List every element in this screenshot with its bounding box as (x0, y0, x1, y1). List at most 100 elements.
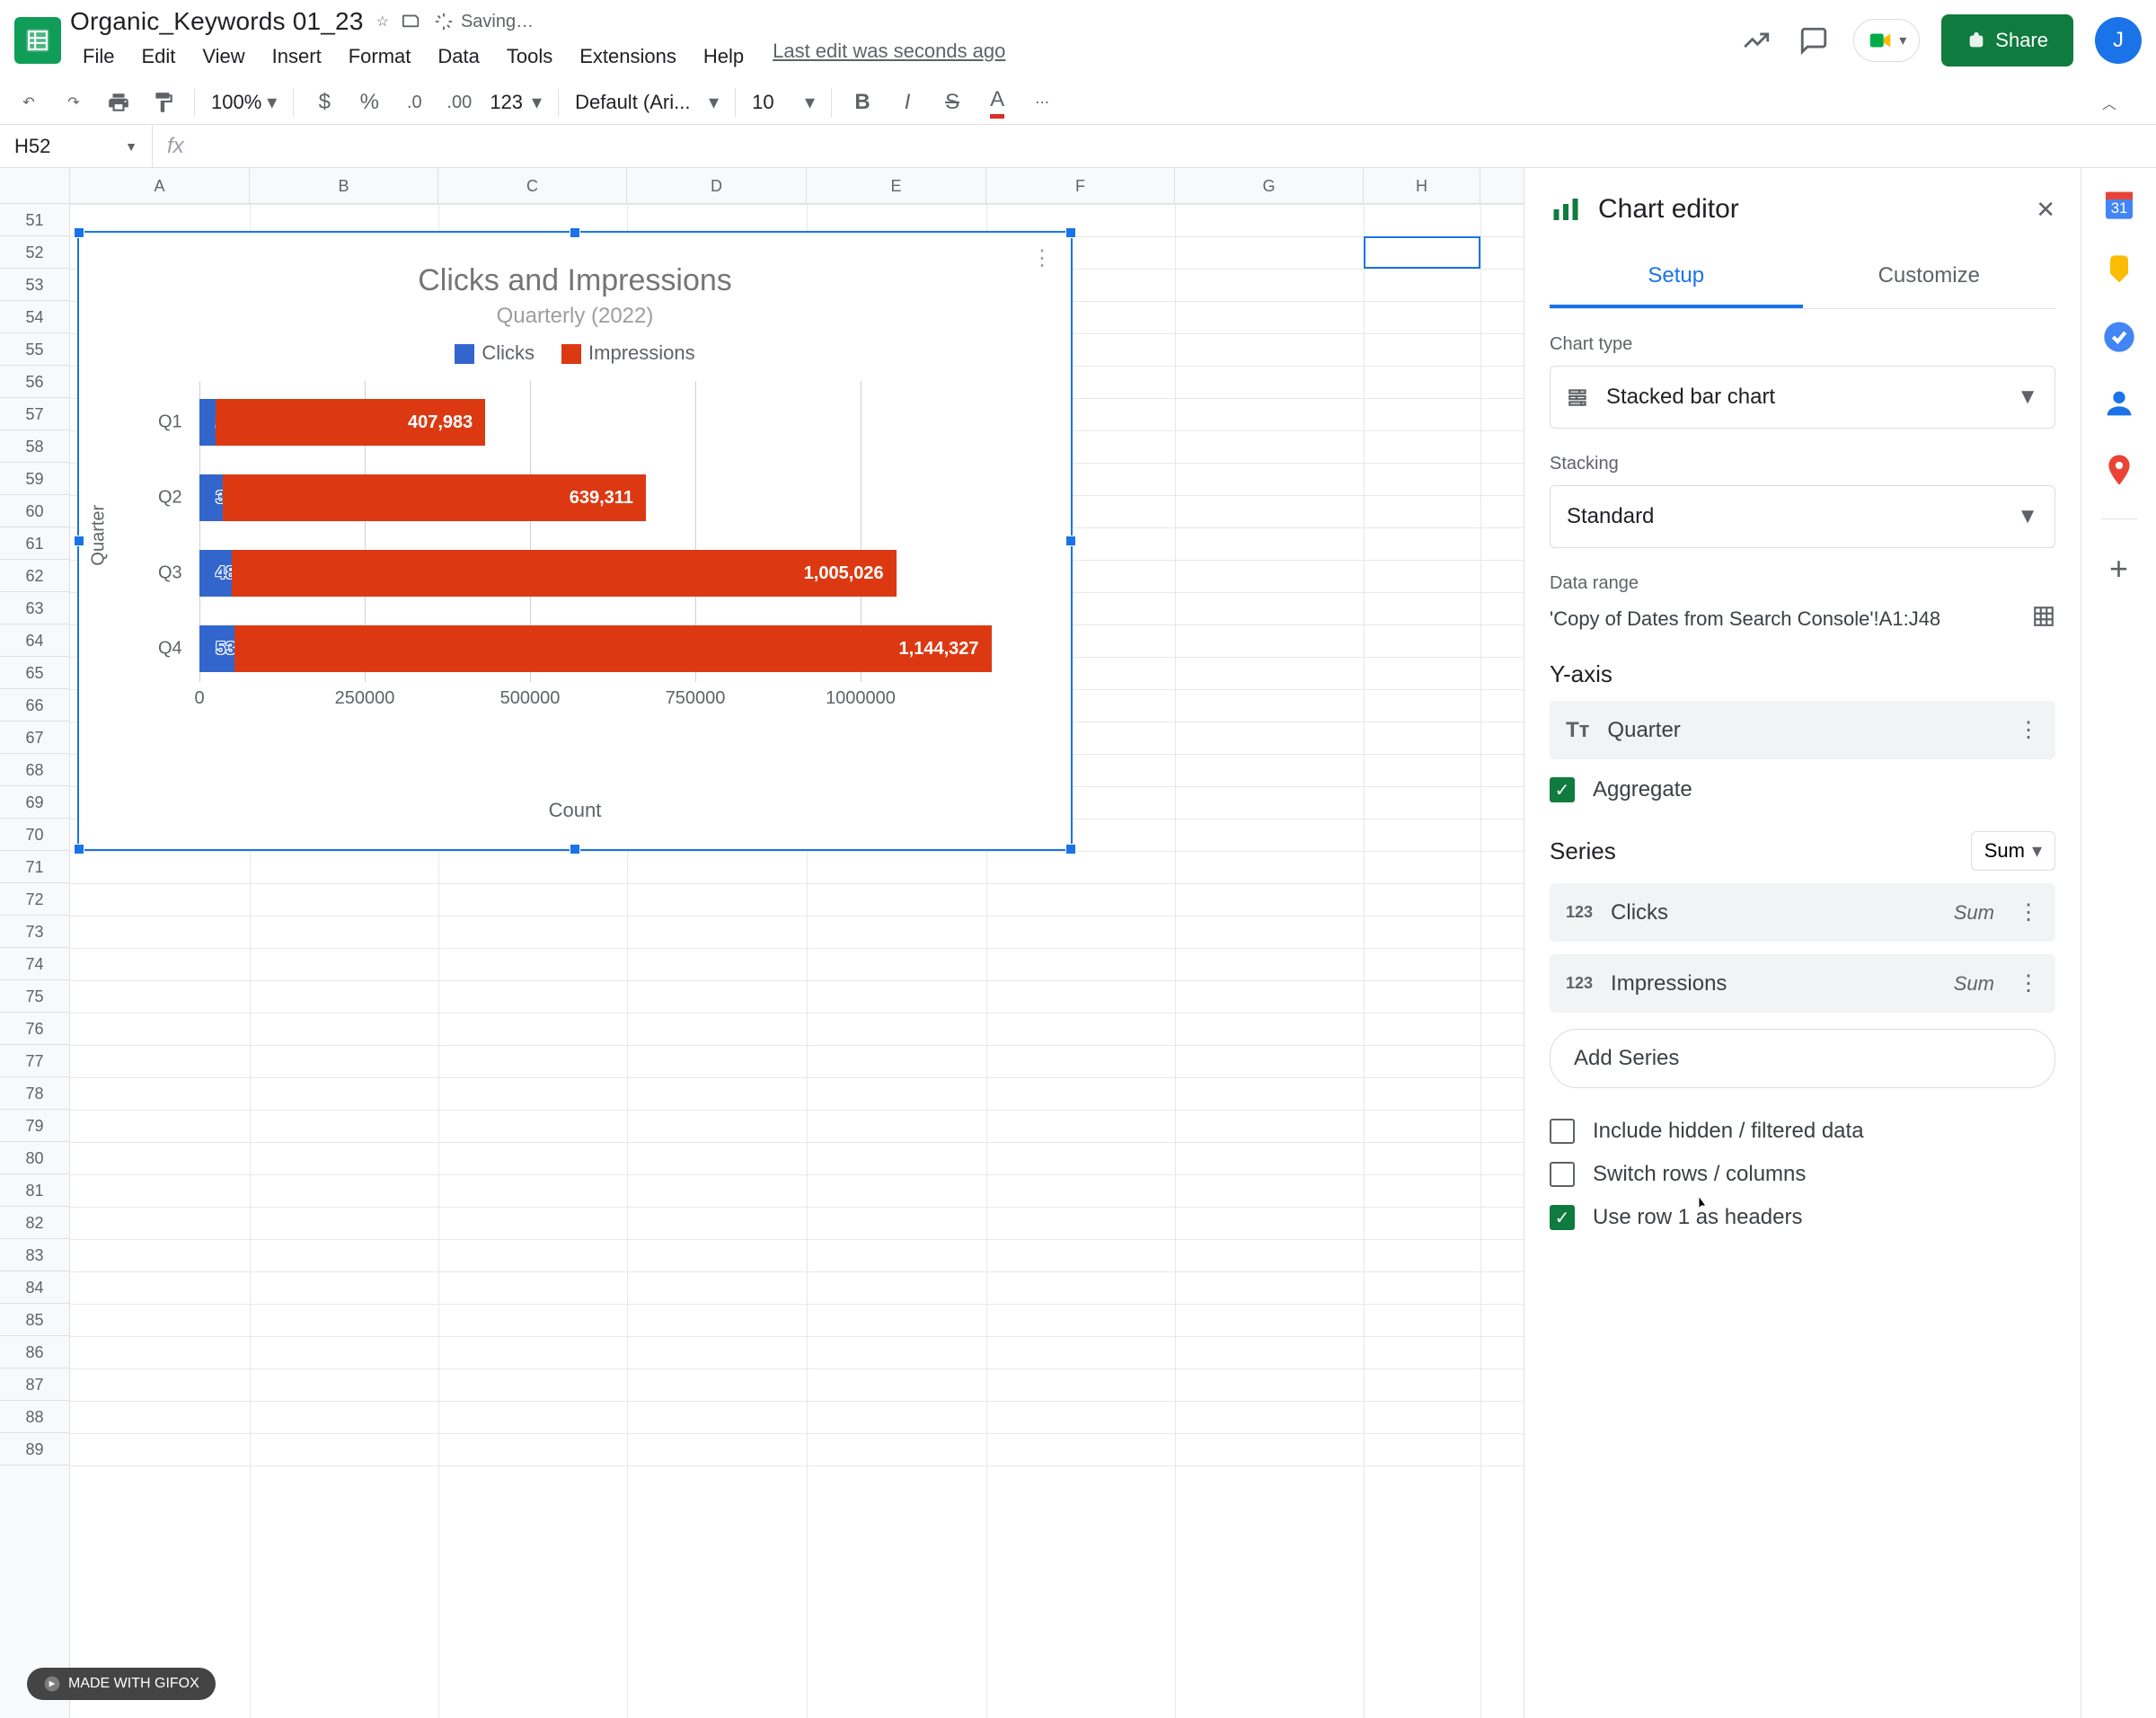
number-format-select[interactable]: 123▾ (490, 91, 542, 114)
collapse-toolbar-icon[interactable]: ︿ (2095, 88, 2124, 117)
contacts-icon[interactable] (2101, 385, 2137, 421)
row-header[interactable]: 62 (0, 560, 69, 592)
row-header[interactable]: 56 (0, 366, 69, 398)
keep-icon[interactable] (2101, 252, 2137, 288)
menu-edit[interactable]: Edit (128, 40, 188, 74)
undo-icon[interactable]: ↶ (14, 88, 43, 117)
row-header[interactable]: 86 (0, 1336, 69, 1368)
yaxis-field-chip[interactable]: Tт Quarter ⋮ (1550, 701, 2055, 759)
add-addon-icon[interactable]: + (2101, 550, 2137, 586)
row-header[interactable]: 60 (0, 495, 69, 527)
row-header[interactable]: 79 (0, 1110, 69, 1142)
row-header[interactable]: 72 (0, 883, 69, 916)
row-header[interactable]: 58 (0, 430, 69, 463)
row-header[interactable]: 71 (0, 851, 69, 883)
row-header[interactable]: 78 (0, 1077, 69, 1110)
comments-icon[interactable] (1796, 22, 1832, 58)
resize-handle[interactable] (74, 536, 84, 546)
select-range-icon[interactable] (2032, 605, 2055, 633)
paint-format-icon[interactable] (149, 88, 178, 117)
row-header[interactable]: 65 (0, 657, 69, 689)
text-color-icon[interactable]: A (983, 88, 1012, 117)
font-size-select[interactable]: 10▾ (752, 91, 815, 114)
row-header[interactable]: 82 (0, 1207, 69, 1239)
row-header[interactable]: 88 (0, 1401, 69, 1433)
stacking-select[interactable]: Standard ▼ (1550, 485, 2055, 548)
percent-icon[interactable]: % (355, 88, 384, 117)
data-range-text[interactable]: 'Copy of Dates from Search Console'!A1:J… (1550, 607, 1940, 631)
row-header[interactable]: 52 (0, 236, 69, 269)
row-header[interactable]: 68 (0, 754, 69, 786)
row-header[interactable]: 84 (0, 1271, 69, 1304)
resize-handle[interactable] (570, 227, 580, 238)
use-row1-headers-checkbox[interactable]: ✓ (1550, 1205, 1575, 1230)
row-header[interactable]: 89 (0, 1433, 69, 1466)
menu-help[interactable]: Help (691, 40, 756, 74)
spreadsheet-grid[interactable]: ABCDEFGH 5152535455565758596061626364656… (0, 168, 1524, 1718)
dec-decrease-icon[interactable]: .0 (400, 88, 429, 117)
col-header[interactable]: F (986, 168, 1175, 203)
doc-title[interactable]: Organic_Keywords 01_23 (70, 7, 364, 36)
share-button[interactable]: Share (1941, 14, 2073, 66)
row-header[interactable]: 59 (0, 463, 69, 495)
currency-icon[interactable]: $ (310, 88, 339, 117)
col-header[interactable]: E (807, 168, 986, 203)
row-header[interactable]: 55 (0, 333, 69, 366)
row-header[interactable]: 70 (0, 819, 69, 851)
zoom-select[interactable]: 100% ▾ (211, 91, 277, 114)
series-agg-select[interactable]: Sum▾ (1971, 831, 2055, 871)
row-header[interactable]: 73 (0, 916, 69, 948)
menu-data[interactable]: Data (425, 40, 491, 74)
row-header[interactable]: 67 (0, 722, 69, 754)
resize-handle[interactable] (1065, 844, 1076, 855)
more-icon[interactable]: ⋮ (2018, 899, 2039, 925)
col-header[interactable]: H (1364, 168, 1480, 203)
select-all-corner[interactable] (0, 168, 70, 203)
star-icon[interactable]: ☆ (376, 13, 389, 31)
font-family-select[interactable]: Default (Ari...▾ (575, 91, 719, 114)
maps-icon[interactable] (2101, 452, 2137, 488)
tasks-icon[interactable] (2101, 319, 2137, 355)
row-header[interactable]: 64 (0, 624, 69, 657)
row-header[interactable]: 75 (0, 980, 69, 1013)
tab-setup[interactable]: Setup (1550, 247, 1803, 308)
col-header[interactable]: B (250, 168, 438, 203)
aggregate-checkbox[interactable]: ✓ (1550, 777, 1575, 802)
row-header[interactable]: 53 (0, 269, 69, 301)
resize-handle[interactable] (74, 227, 84, 238)
row-header[interactable]: 54 (0, 301, 69, 333)
menu-insert[interactable]: Insert (260, 40, 334, 74)
sheets-logo[interactable] (14, 17, 61, 64)
row-header[interactable]: 51 (0, 204, 69, 236)
col-header[interactable]: D (627, 168, 807, 203)
col-header[interactable]: C (438, 168, 627, 203)
series-chip-impressions[interactable]: 123 Impressions Sum ⋮ (1550, 954, 2055, 1013)
series-chip-clicks[interactable]: 123 Clicks Sum ⋮ (1550, 883, 2055, 942)
add-series-button[interactable]: Add Series (1550, 1029, 2055, 1088)
chart-object[interactable]: ⋮ Clicks and Impressions Quarterly (2022… (77, 231, 1073, 851)
more-icon[interactable]: ⋮ (2018, 717, 2039, 743)
row-header[interactable]: 80 (0, 1142, 69, 1174)
col-header[interactable]: G (1175, 168, 1364, 203)
more-icon[interactable]: ⋮ (2018, 970, 2039, 996)
col-header[interactable]: A (70, 168, 250, 203)
italic-icon[interactable]: I (893, 88, 922, 117)
resize-handle[interactable] (1065, 536, 1076, 546)
row-header[interactable]: 69 (0, 786, 69, 819)
chart-type-select[interactable]: Stacked bar chart ▼ (1550, 366, 2055, 429)
redo-icon[interactable]: ↷ (59, 88, 88, 117)
print-icon[interactable] (104, 88, 133, 117)
meet-button[interactable]: ▾ (1853, 19, 1920, 62)
menu-tools[interactable]: Tools (494, 40, 565, 74)
resize-handle[interactable] (570, 844, 580, 855)
include-hidden-checkbox[interactable] (1550, 1119, 1575, 1144)
bold-icon[interactable]: B (848, 88, 877, 117)
dec-increase-icon[interactable]: .00 (445, 88, 473, 117)
account-avatar[interactable]: J (2095, 17, 2142, 64)
menu-view[interactable]: View (190, 40, 257, 74)
menu-format[interactable]: Format (336, 40, 424, 74)
row-header[interactable]: 87 (0, 1368, 69, 1401)
switch-rows-cols-checkbox[interactable] (1550, 1162, 1575, 1187)
row-header[interactable]: 57 (0, 398, 69, 430)
calendar-icon[interactable]: 31 (2101, 186, 2137, 222)
